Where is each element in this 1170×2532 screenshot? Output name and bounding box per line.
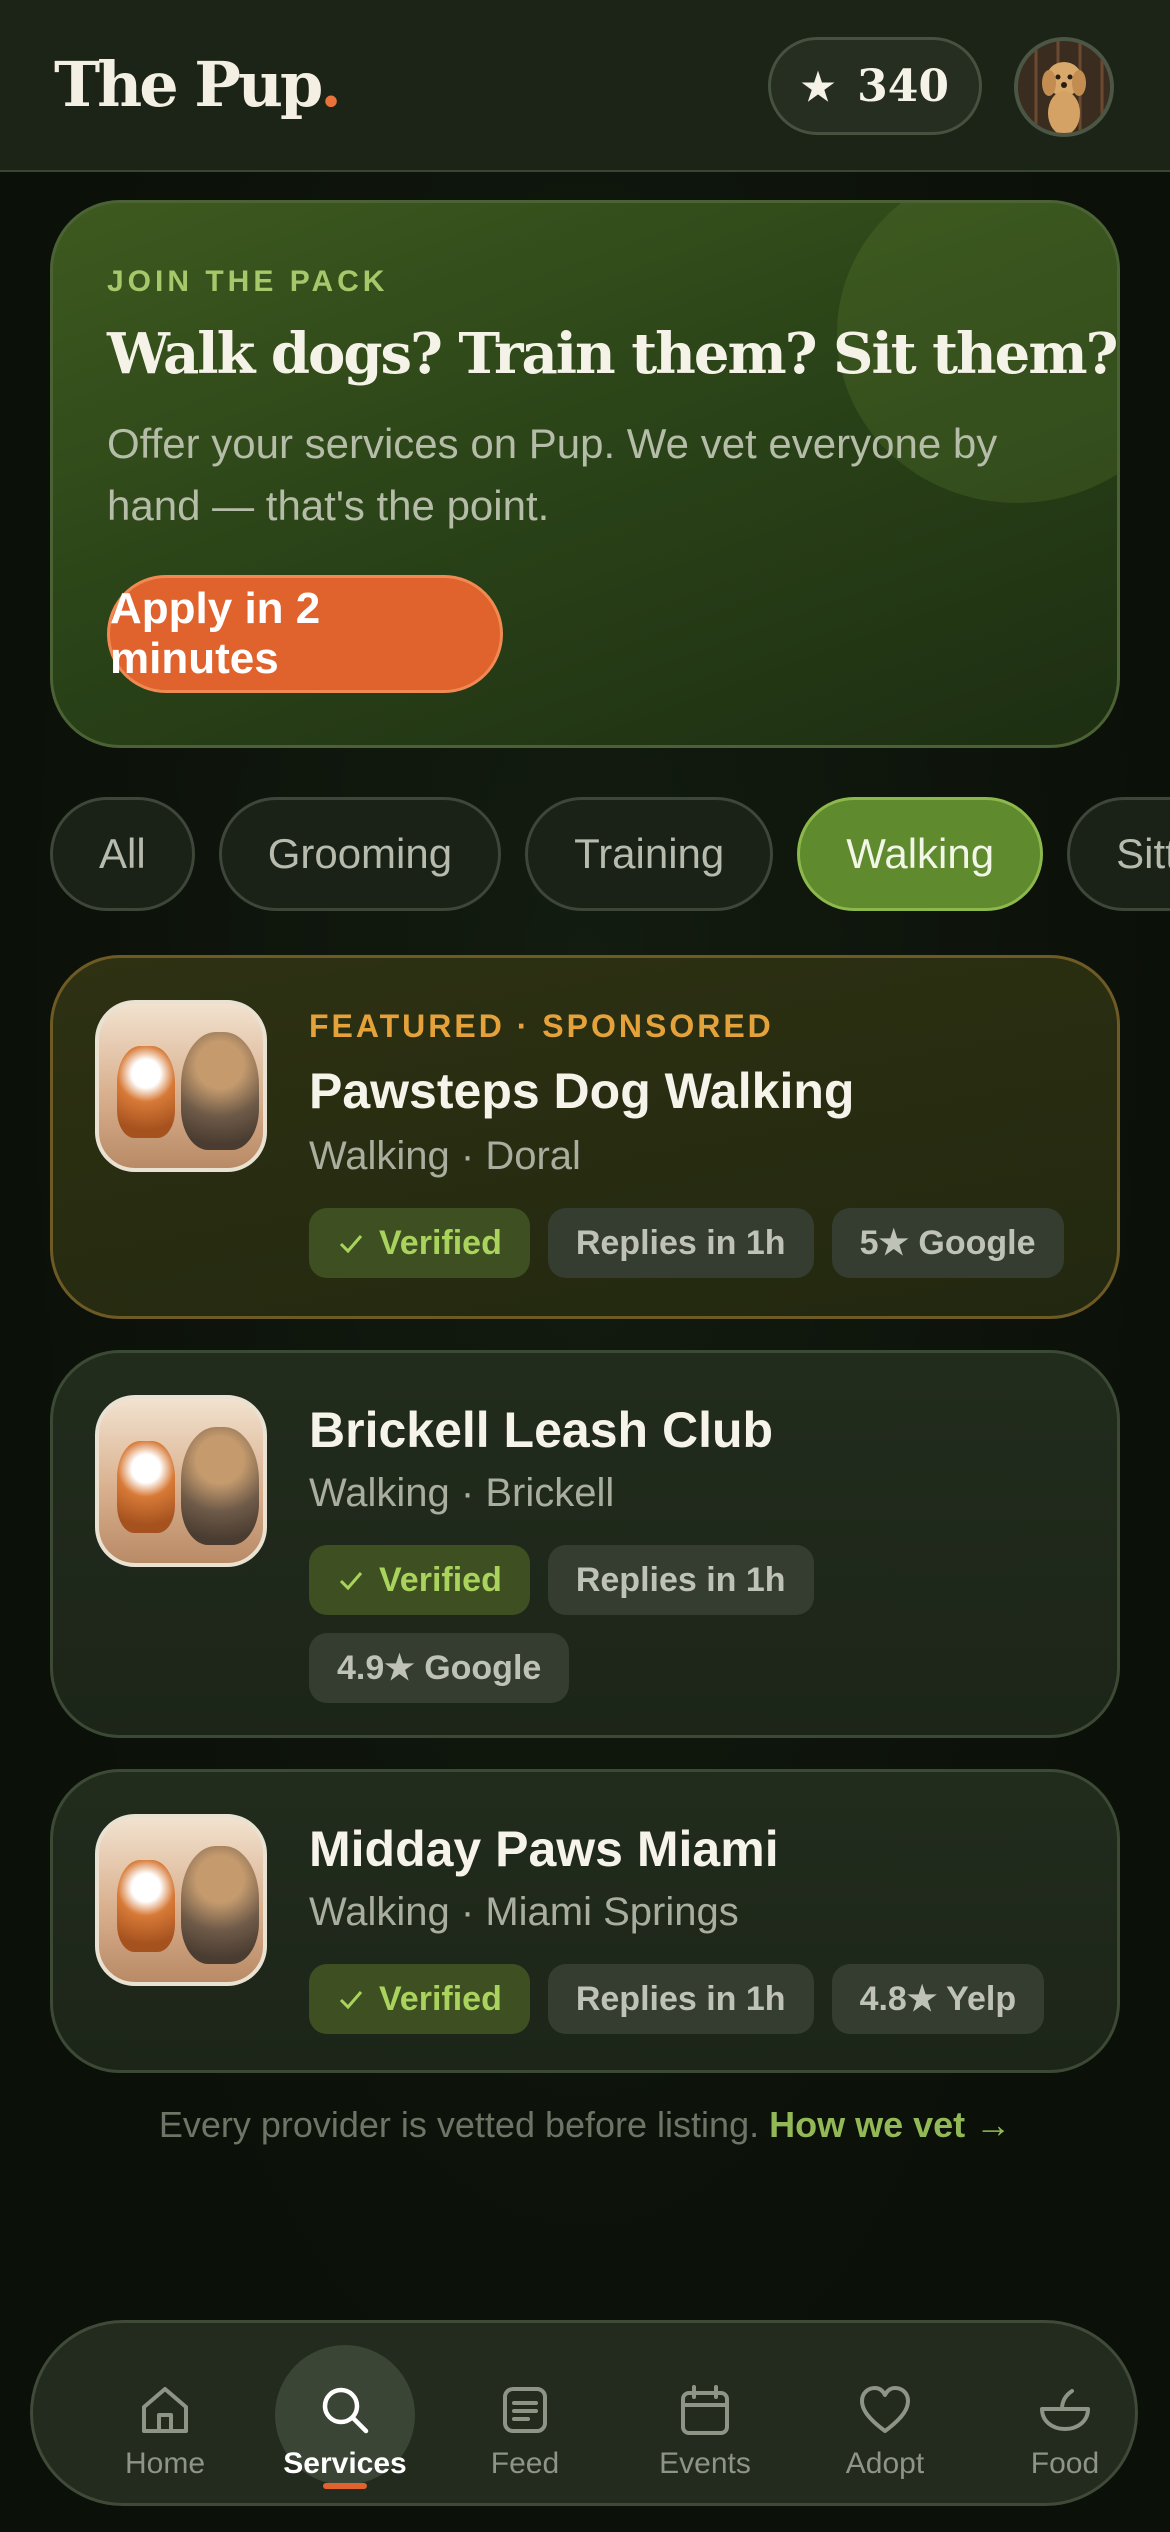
rating-badge: 4.8★ Yelp <box>831 1964 1045 2034</box>
app-logo[interactable]: The Pup. <box>54 48 342 121</box>
filter-chip-all[interactable]: All <box>50 797 195 911</box>
verified-badge: Verified <box>309 1208 530 1278</box>
nav-feed[interactable]: Feed <box>435 2323 615 2509</box>
nav-label: Home <box>124 2447 206 2480</box>
filter-chip-row: All Grooming Training Walking Sitting <box>0 780 1170 930</box>
points-badge[interactable]: ★ 340 <box>768 37 982 135</box>
sponsored-tag: FEATURED · SPONSORED <box>309 1008 774 1044</box>
listing-thumbnail <box>95 1395 267 1567</box>
listing-name: Pawsteps Dog Walking <box>309 1063 855 1119</box>
promo-kicker: JOIN THE PACK <box>107 265 389 298</box>
bottom-nav: Home Services Feed Events Adopt Food <box>30 2320 1138 2506</box>
verified-badge: Verified <box>309 1964 530 2034</box>
check-icon <box>339 1572 363 1591</box>
listing-card[interactable]: Brickell Leash Club Walking · Brickell V… <box>50 1350 1120 1738</box>
promo-description: Offer your services on Pup. We vet every… <box>107 420 998 529</box>
check-icon <box>339 1991 363 2010</box>
nav-services[interactable]: Services <box>255 2323 435 2509</box>
food-bowl-icon <box>1040 2389 1090 2431</box>
response-time-badge: Replies in 1h <box>547 1545 814 1615</box>
listing-subtitle: Walking · Doral <box>309 1134 581 1178</box>
check-icon <box>339 1235 363 1254</box>
listing-name: Midday Paws Miami <box>309 1821 779 1877</box>
active-indicator <box>323 2483 367 2489</box>
avatar[interactable] <box>1014 37 1114 137</box>
listing-subtitle: Walking · Miami Springs <box>309 1890 739 1934</box>
listing-thumbnail <box>95 1814 267 1986</box>
response-time-badge: Replies in 1h <box>547 1964 814 2034</box>
rating-badge: 4.9★ Google <box>309 1633 570 1703</box>
points-value: 340 <box>857 60 949 112</box>
nav-label: Food <box>1030 2447 1100 2480</box>
nav-label: Events <box>659 2447 751 2480</box>
nav-label: Feed <box>490 2447 560 2480</box>
filter-chip-sitting[interactable]: Sitting <box>1067 797 1170 911</box>
verified-badge: Verified <box>309 1545 530 1615</box>
star-icon: ★ <box>801 63 836 109</box>
nav-adopt[interactable]: Adopt <box>795 2323 975 2509</box>
calendar-icon <box>681 2385 729 2435</box>
services-screen: The Pup. ★ 340 JOIN THE PACK Walk dogs? … <box>0 0 1170 2532</box>
vetting-footnote: Every provider is vetted before listing.… <box>158 2104 1012 2145</box>
search-icon <box>322 2387 369 2434</box>
join-promo-card: JOIN THE PACK Walk dogs? Train them? Sit… <box>50 200 1120 748</box>
filter-chip-grooming[interactable]: Grooming <box>218 797 502 911</box>
filter-chip-walking[interactable]: Walking <box>797 797 1044 911</box>
nav-label: Services <box>283 2447 407 2480</box>
listing-thumbnail <box>95 1000 267 1172</box>
nav-home[interactable]: Home <box>75 2323 255 2509</box>
listing-card[interactable]: FEATURED · SPONSORED Pawsteps Dog Walkin… <box>50 955 1120 1319</box>
filter-chip-training[interactable]: Training <box>525 797 774 911</box>
apply-button[interactable]: Apply in 2 minutes <box>107 575 503 693</box>
listing-subtitle: Walking · Brickell <box>309 1471 615 1515</box>
how-we-vet-link[interactable]: How we vet → <box>769 2104 1011 2145</box>
dog-avatar-image <box>1018 41 1110 133</box>
feed-icon <box>503 2387 547 2433</box>
response-time-badge: Replies in 1h <box>547 1208 814 1278</box>
listing-card[interactable]: Midday Paws Miami Walking · Miami Spring… <box>50 1769 1120 2073</box>
home-icon <box>142 2387 188 2433</box>
nav-events[interactable]: Events <box>615 2323 795 2509</box>
rating-badge: 5★ Google <box>831 1208 1064 1278</box>
heart-icon <box>860 2386 910 2433</box>
nav-food[interactable]: Food <box>975 2323 1155 2509</box>
nav-label: Adopt <box>845 2447 925 2480</box>
app-header: The Pup. ★ 340 <box>0 0 1170 172</box>
promo-title: Walk dogs? Train them? Sit them? <box>107 321 1117 387</box>
listing-name: Brickell Leash Club <box>309 1402 774 1458</box>
